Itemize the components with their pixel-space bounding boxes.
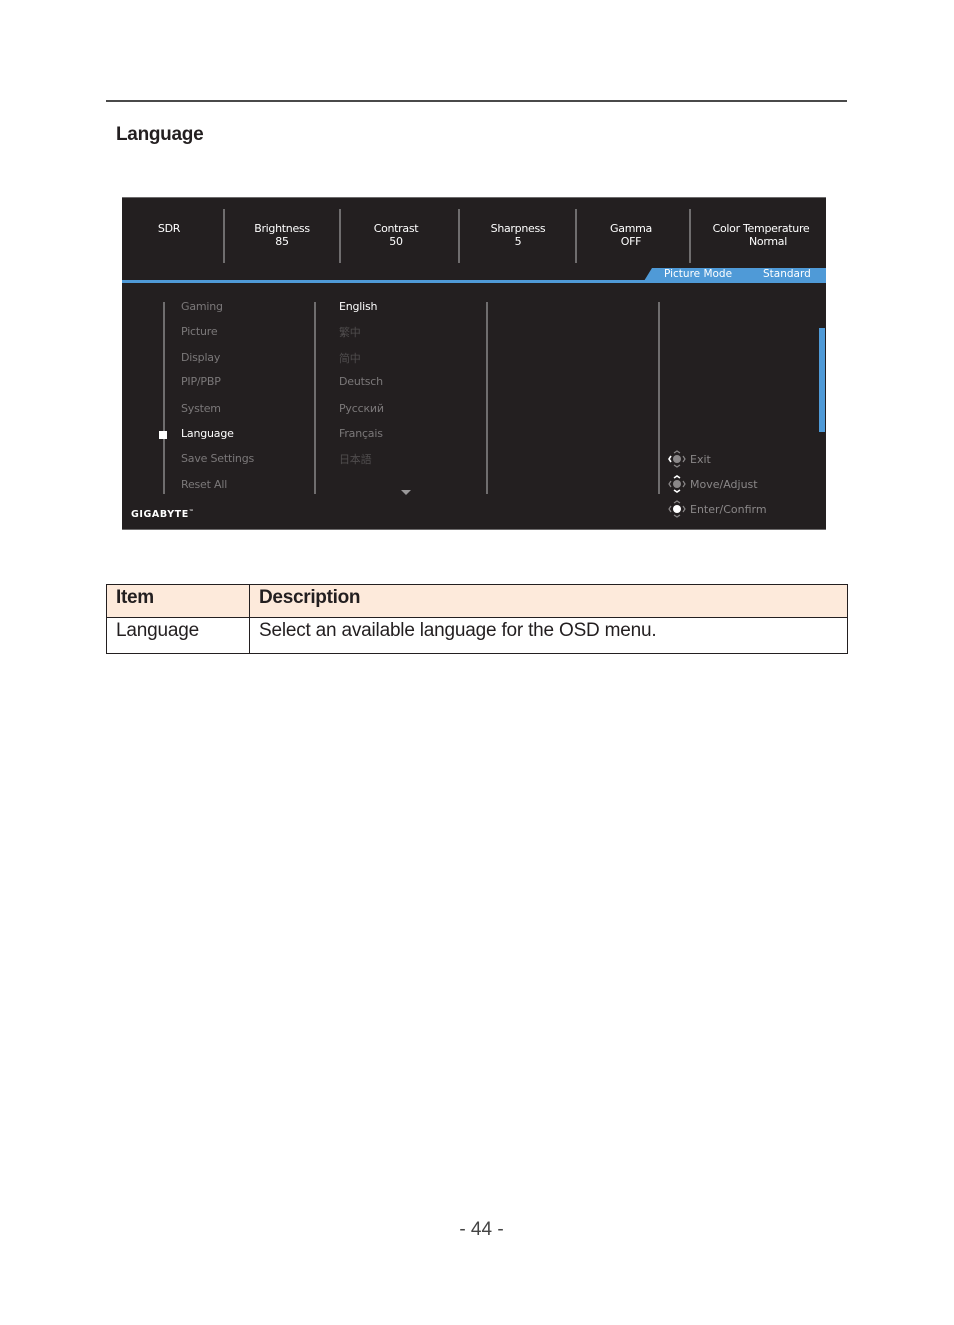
language-option-japanese[interactable]: 日本語 <box>339 451 372 467</box>
stat-value: 5 <box>514 235 522 248</box>
language-option-deutsch[interactable]: Deutsch <box>339 375 383 388</box>
hint-move-adjust: Move/Adjust <box>668 475 758 493</box>
gigabyte-logo: GIGABYTE™ <box>131 509 194 520</box>
language-option-simplified-chinese[interactable]: 简中 <box>339 350 361 366</box>
stat-label: SDR <box>157 222 181 235</box>
joystick-left-icon <box>668 450 686 468</box>
stat-contrast: Contrast 50 <box>356 222 436 248</box>
scroll-down-arrow-icon[interactable] <box>401 490 411 495</box>
menu-item-display[interactable]: Display <box>181 351 220 364</box>
hint-enter-confirm: Enter/Confirm <box>668 500 767 518</box>
divider <box>314 302 316 494</box>
selected-bullet-icon <box>159 431 167 439</box>
table-row: Language Select an available language fo… <box>106 617 848 654</box>
menu-item-gaming[interactable]: Gaming <box>181 300 223 313</box>
stat-label: Sharpness <box>490 222 546 235</box>
cell-item: Language <box>106 617 250 654</box>
description-table: Item Description Language Select an avai… <box>106 584 848 654</box>
language-option-russian[interactable]: Русский <box>339 402 384 415</box>
menu-item-language[interactable]: Language <box>181 427 234 440</box>
hint-label: Enter/Confirm <box>690 502 767 516</box>
hint-exit: Exit <box>668 450 711 468</box>
menu-item-pip-pbp[interactable]: PIP/PBP <box>181 375 221 388</box>
menu-column-line <box>163 302 165 494</box>
osd-menu: SDR Brightness 85 Contrast 50 Sharpness … <box>122 197 826 530</box>
stat-value: Normal <box>749 235 787 248</box>
divider <box>339 209 341 263</box>
menu-item-reset-all[interactable]: Reset All <box>181 478 227 491</box>
stat-brightness: Brightness 85 <box>241 222 323 248</box>
joystick-press-icon <box>668 500 686 518</box>
table-header-row: Item Description <box>106 584 848 618</box>
stat-value: OFF <box>620 235 642 248</box>
stat-label: Brightness <box>254 222 310 235</box>
section-title: Language <box>116 124 204 145</box>
menu-item-system[interactable]: System <box>181 402 221 415</box>
scrollbar[interactable] <box>819 328 825 432</box>
trademark-mark: ™ <box>188 509 195 515</box>
accent-line <box>122 280 826 283</box>
top-rule <box>106 100 847 102</box>
divider <box>458 209 460 263</box>
page-number: - 44 - <box>459 1219 504 1240</box>
stat-label: Gamma <box>610 222 652 235</box>
divider <box>658 302 660 494</box>
menu-item-save-settings[interactable]: Save Settings <box>181 452 254 465</box>
column-header-item: Item <box>106 584 250 618</box>
divider <box>575 209 577 263</box>
divider <box>486 302 488 494</box>
hint-label: Move/Adjust <box>690 477 758 491</box>
language-option-francais[interactable]: Français <box>339 427 383 440</box>
stat-label: Contrast <box>373 222 419 235</box>
brand-name: GIGABYTE <box>131 509 189 520</box>
divider <box>223 209 225 263</box>
column-header-description: Description <box>249 584 848 618</box>
divider <box>689 209 691 263</box>
stat-value: 50 <box>389 235 403 248</box>
menu-item-picture[interactable]: Picture <box>181 325 218 338</box>
language-option-english[interactable]: English <box>339 300 378 313</box>
language-option-traditional-chinese[interactable]: 繁中 <box>339 324 361 340</box>
stat-sdr: SDR <box>144 222 194 235</box>
joystick-updown-icon <box>668 475 686 493</box>
hint-label: Exit <box>690 452 711 466</box>
stat-value: 85 <box>275 235 289 248</box>
stat-label: Color Temperature <box>712 222 810 235</box>
stat-gamma: Gamma OFF <box>592 222 670 248</box>
cell-description: Select an available language for the OSD… <box>249 617 848 654</box>
stat-color-temperature: Color Temperature Normal <box>706 222 816 248</box>
osd-status-bar: SDR Brightness 85 Contrast 50 Sharpness … <box>122 198 826 283</box>
stat-sharpness: Sharpness 5 <box>478 222 558 248</box>
